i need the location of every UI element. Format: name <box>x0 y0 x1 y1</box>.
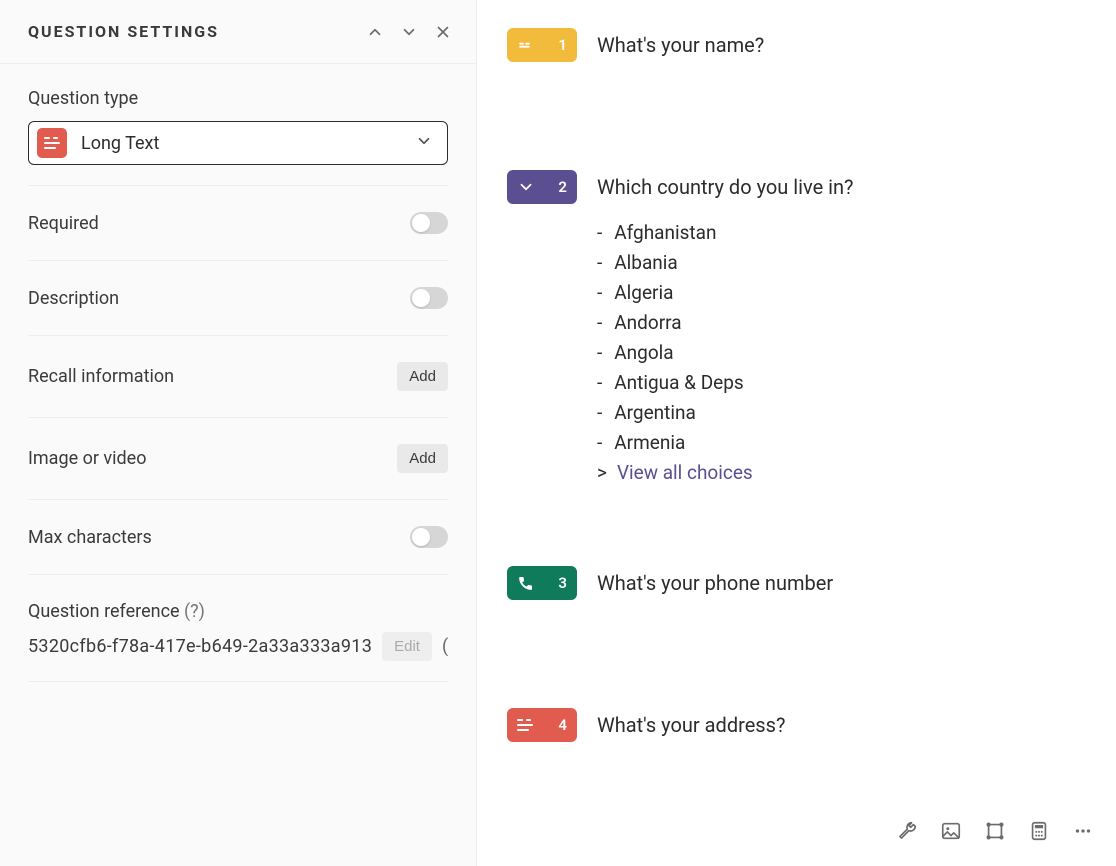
next-question-button[interactable] <box>400 23 418 41</box>
choice-item: -Andorra <box>597 308 854 338</box>
question-title: What's your address? <box>597 708 785 742</box>
media-add-button[interactable]: Add <box>397 444 448 473</box>
choice-item: -Armenia <box>597 428 854 458</box>
close-icon <box>434 23 452 41</box>
media-label: Image or video <box>28 448 146 469</box>
recall-label: Recall information <box>28 366 174 387</box>
more-icon <box>1072 820 1094 842</box>
question-number: 1 <box>558 36 567 54</box>
dropdown-icon <box>517 178 535 196</box>
question-type-label: Question type <box>28 88 448 109</box>
question-number: 3 <box>558 574 567 592</box>
question-2[interactable]: 2 Which country do you live in? -Afghani… <box>507 170 1080 488</box>
panel-title: QUESTION SETTINGS <box>28 22 219 41</box>
chevron-down-icon <box>400 23 418 41</box>
question-title: What's your name? <box>597 28 764 62</box>
more-button[interactable] <box>1072 820 1094 842</box>
phone-icon <box>517 574 535 592</box>
required-label: Required <box>28 213 99 234</box>
question-title: What's your phone number <box>597 566 833 600</box>
required-row: Required <box>28 186 448 261</box>
settings-button[interactable] <box>896 820 918 842</box>
question-badge-3: 3 <box>507 566 577 600</box>
question-title: Which country do you live in? <box>597 170 854 204</box>
reference-paren: ( <box>442 636 448 657</box>
recall-add-button[interactable]: Add <box>397 362 448 391</box>
logic-icon <box>984 820 1006 842</box>
sidebar-header: QUESTION SETTINGS <box>0 0 476 64</box>
max-chars-row: Max characters <box>28 500 448 575</box>
reference-help-icon[interactable]: (?) <box>184 601 205 622</box>
short-text-icon <box>517 36 535 54</box>
media-row: Image or video Add <box>28 418 448 500</box>
question-settings-panel: QUESTION SETTINGS Question type <box>0 0 477 866</box>
question-4[interactable]: 4 What's your address? <box>507 708 1080 742</box>
reference-edit-button[interactable]: Edit <box>382 632 432 661</box>
chevron-down-icon <box>415 132 433 154</box>
image-icon <box>940 820 962 842</box>
long-text-icon <box>37 128 67 158</box>
reference-value: 5320cfb6-f78a-417e-b649-2a33a333a913 <box>28 636 372 657</box>
image-button[interactable] <box>940 820 962 842</box>
choice-item: -Afghanistan <box>597 218 854 248</box>
prev-question-button[interactable] <box>366 23 384 41</box>
long-text-icon <box>517 719 533 731</box>
question-1[interactable]: 1 What's your name? <box>507 28 1080 62</box>
description-toggle[interactable] <box>410 287 448 309</box>
max-chars-label: Max characters <box>28 527 152 548</box>
reference-label-text: Question reference <box>28 601 180 622</box>
required-toggle[interactable] <box>410 212 448 234</box>
description-row: Description <box>28 261 448 336</box>
question-badge-2: 2 <box>507 170 577 204</box>
choice-item: -Argentina <box>597 398 854 428</box>
view-all-choices[interactable]: >View all choices <box>597 458 854 488</box>
chevron-up-icon <box>366 23 384 41</box>
choice-item: -Antigua & Deps <box>597 368 854 398</box>
question-type-value: Long Text <box>81 133 159 154</box>
choice-item: -Angola <box>597 338 854 368</box>
calculator-icon <box>1028 820 1050 842</box>
choice-item: -Albania <box>597 248 854 278</box>
choice-item: -Algeria <box>597 278 854 308</box>
reference-label: Question reference (?) <box>28 601 448 622</box>
question-badge-4: 4 <box>507 708 577 742</box>
question-type-select[interactable]: Long Text <box>28 121 448 165</box>
question-badge-1: 1 <box>507 28 577 62</box>
recall-row: Recall information Add <box>28 336 448 418</box>
question-number: 2 <box>558 178 567 196</box>
question-number: 4 <box>558 716 567 734</box>
reference-section: Question reference (?) 5320cfb6-f78a-417… <box>28 575 448 682</box>
max-chars-toggle[interactable] <box>410 526 448 548</box>
question-toolbar <box>896 820 1094 842</box>
calculator-button[interactable] <box>1028 820 1050 842</box>
description-label: Description <box>28 288 119 309</box>
wrench-icon <box>896 820 918 842</box>
choices-list: -Afghanistan -Albania -Algeria -Andorra … <box>597 218 854 488</box>
question-list: 1 What's your name? 2 Which country do y… <box>477 0 1116 866</box>
logic-button[interactable] <box>984 820 1006 842</box>
question-3[interactable]: 3 What's your phone number <box>507 566 1080 600</box>
close-panel-button[interactable] <box>434 23 452 41</box>
